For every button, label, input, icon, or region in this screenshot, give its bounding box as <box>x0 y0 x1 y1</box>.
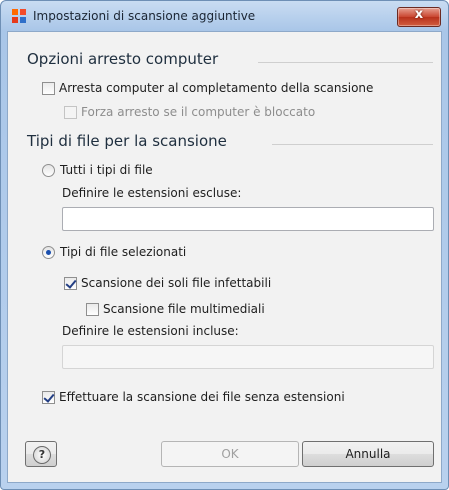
help-icon: ? <box>33 446 51 464</box>
no-extension-checkbox[interactable] <box>42 390 55 404</box>
infectable-only-checkbox[interactable] <box>64 276 77 290</box>
avast-app-icon <box>12 9 26 23</box>
all-file-types-label: Tutti i tipi di file <box>60 163 153 177</box>
multimedia-option[interactable]: Scansione file multimediali <box>86 302 265 316</box>
no-extension-option[interactable]: Effettuare la scansione dei file senza e… <box>42 390 345 404</box>
excluded-extensions-label: Definire le estensioni escluse: <box>62 186 242 200</box>
help-button[interactable]: ? <box>25 441 57 467</box>
selected-file-types-option[interactable]: Tipi di file selezionati <box>42 245 186 259</box>
selected-file-types-radio[interactable] <box>42 245 55 259</box>
window-title: Impostazioni di scansione aggiuntive <box>33 9 256 23</box>
included-extensions-label: Definire le estensioni incluse: <box>62 324 239 338</box>
close-icon: x <box>414 7 424 22</box>
section-title-shutdown: Opzioni arresto computer <box>27 50 219 68</box>
included-extensions-input[interactable] <box>62 345 434 369</box>
multimedia-label: Scansione file multimediali <box>103 302 265 316</box>
title-bar: Impostazioni di scansione aggiuntive x <box>1 1 448 31</box>
no-extension-label: Effettuare la scansione dei file senza e… <box>59 390 345 404</box>
cancel-button[interactable]: Annulla <box>302 441 434 467</box>
shutdown-on-complete-label: Arresta computer al completamento della … <box>59 81 374 95</box>
section-separator <box>272 144 433 145</box>
infectable-only-label: Scansione dei soli file infettabili <box>81 276 272 290</box>
excluded-extensions-input[interactable] <box>62 207 434 231</box>
section-separator <box>258 62 433 63</box>
section-title-file-types: Tipi di file per la scansione <box>27 132 227 150</box>
selected-file-types-label: Tipi di file selezionati <box>60 245 187 259</box>
all-file-types-option[interactable]: Tutti i tipi di file <box>42 163 153 177</box>
close-button[interactable]: x <box>397 7 441 27</box>
force-shutdown-option[interactable]: Forza arresto se il computer è bloccato <box>64 105 315 119</box>
dialog-window: Impostazioni di scansione aggiuntive x O… <box>0 0 449 490</box>
all-file-types-radio[interactable] <box>42 163 55 177</box>
multimedia-checkbox[interactable] <box>86 302 99 316</box>
force-shutdown-checkbox[interactable] <box>64 105 77 119</box>
force-shutdown-label: Forza arresto se il computer è bloccato <box>81 105 316 119</box>
ok-button[interactable]: OK <box>161 441 299 467</box>
dialog-body: Opzioni arresto computer Arresta compute… <box>7 31 442 483</box>
infectable-only-option[interactable]: Scansione dei soli file infettabili <box>64 276 271 290</box>
shutdown-on-complete-option[interactable]: Arresta computer al completamento della … <box>42 81 373 95</box>
shutdown-on-complete-checkbox[interactable] <box>42 81 55 95</box>
